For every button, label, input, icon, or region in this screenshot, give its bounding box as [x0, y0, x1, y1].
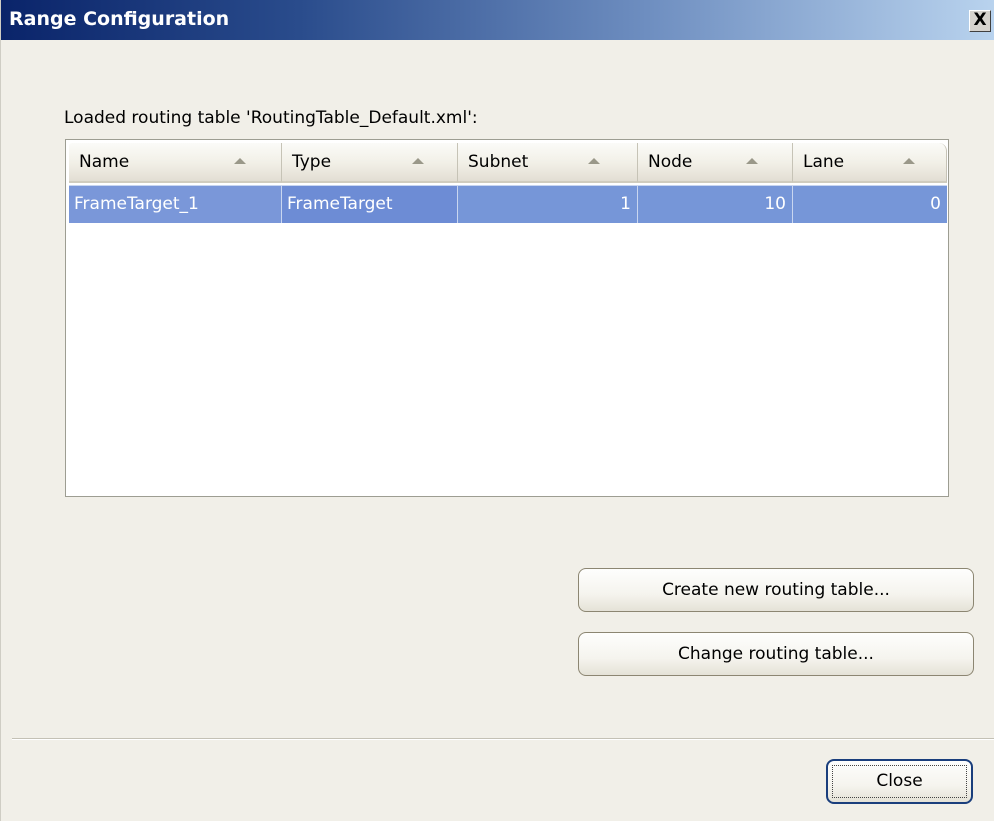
column-header-label: Subnet [468, 152, 529, 172]
cell-lane: 0 [793, 185, 947, 223]
column-header-subnet[interactable]: Subnet [458, 143, 638, 183]
sort-ascending-icon [746, 158, 758, 164]
column-header-label: Type [292, 152, 332, 172]
close-icon[interactable]: X [969, 10, 991, 32]
close-button-label: Close [876, 771, 923, 791]
cell-subnet: 1 [458, 185, 638, 223]
column-header-label: Node [648, 152, 693, 172]
routing-table: Name Type Subnet Node Lane FrameTarget_1 [65, 139, 949, 497]
column-header-label: Name [79, 152, 130, 172]
footer-separator [12, 738, 994, 740]
column-header-type[interactable]: Type [282, 143, 458, 183]
create-routing-table-button[interactable]: Create new routing table... [578, 568, 974, 612]
column-header-name[interactable]: Name [69, 143, 282, 183]
column-header-node[interactable]: Node [638, 143, 793, 183]
sort-ascending-icon [588, 158, 600, 164]
range-configuration-dialog: Range Configuration X Loaded routing tab… [0, 0, 994, 821]
table-header: Name Type Subnet Node Lane [69, 143, 947, 183]
sort-ascending-icon [412, 158, 424, 164]
column-header-lane[interactable]: Lane [793, 143, 947, 183]
column-header-label: Lane [803, 152, 845, 172]
window-title: Range Configuration [9, 8, 230, 30]
cell-node: 10 [638, 185, 793, 223]
cell-name: FrameTarget_1 [69, 185, 282, 223]
table-row[interactable]: FrameTarget_1 FrameTarget 1 10 0 [69, 185, 947, 223]
sort-ascending-icon [903, 158, 915, 164]
cell-type: FrameTarget [282, 185, 458, 223]
routing-table-caption: Loaded routing table 'RoutingTable_Defau… [64, 108, 478, 128]
change-routing-table-button[interactable]: Change routing table... [578, 632, 974, 676]
sort-ascending-icon [234, 158, 246, 164]
close-button[interactable]: Close [826, 759, 973, 804]
title-bar[interactable]: Range Configuration X [1, 0, 994, 40]
